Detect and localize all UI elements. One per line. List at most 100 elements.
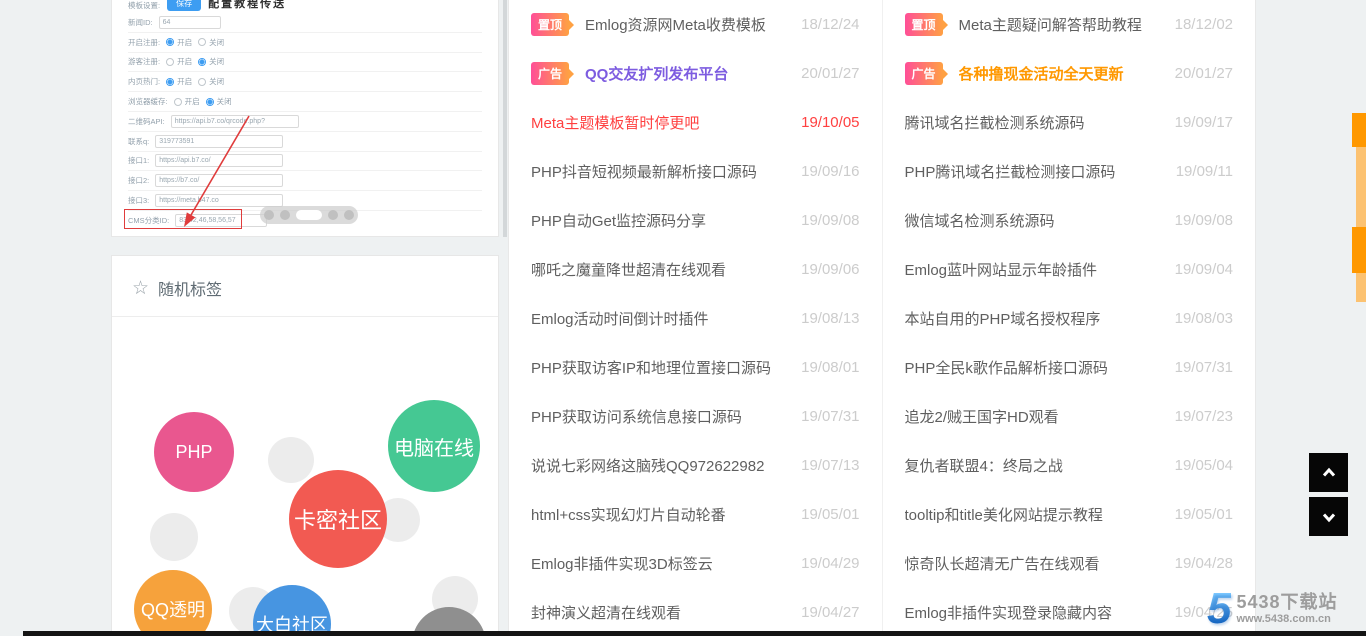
screenshot-form-input: https://api.b7.co/qrcode.php? (171, 115, 299, 128)
radio-dot-icon (198, 78, 206, 86)
article-row[interactable]: 惊奇队长超清无广告在线观看19/04/28 (883, 539, 1256, 588)
article-title[interactable]: 哪吒之魔童降世超清在线观看 (531, 259, 792, 280)
carousel-dot[interactable] (328, 210, 338, 220)
article-title[interactable]: 封神演义超清在线观看 (531, 602, 792, 623)
article-row[interactable]: 复仇者联盟4：终局之战 19/05/04 (883, 441, 1256, 490)
article-date: 19/09/11 (1176, 163, 1233, 180)
article-title[interactable]: 微信域名检测系统源码 (905, 210, 1166, 231)
article-title[interactable]: 追龙2/贼王国字HD观看 (905, 406, 1166, 427)
article-row[interactable]: 封神演义超清在线观看19/04/27 (509, 588, 882, 636)
article-row[interactable]: PHP自动Get监控源码分享 19/09/08 (509, 196, 882, 245)
badge-pinned: 置顶 (905, 13, 943, 36)
article-date: 19/09/08 (801, 212, 859, 229)
badge-ad: 广告 (531, 62, 569, 85)
article-row[interactable]: 腾讯域名拦截检测系统源码19/09/17 (883, 98, 1256, 147)
article-title[interactable]: PHP获取访客IP和地理位置接口源码 (531, 357, 792, 378)
article-title[interactable]: 各种撸现金活动全天更新 (959, 63, 1166, 84)
article-date: 19/05/04 (1175, 457, 1233, 474)
article-row[interactable]: 置顶Meta主题疑问解答帮助教程18/12/02 (883, 0, 1256, 49)
scrollbar-track-segment (1356, 147, 1366, 227)
site-logo: 5 5438下载站 www.5438.com.cn (1207, 590, 1338, 628)
article-row[interactable]: PHP全民k歌作品解析接口源码19/07/31 (883, 343, 1256, 392)
screenshot-form-radio: 关闭 (198, 76, 224, 87)
tag-circle[interactable]: QQ透明 (134, 570, 212, 636)
site-url: www.5438.com.cn (1236, 613, 1337, 625)
article-row[interactable]: 置顶Emlog资源网Meta收费模板18/12/24 (509, 0, 882, 49)
article-title[interactable]: PHP自动Get监控源码分享 (531, 210, 792, 231)
article-row[interactable]: PHP抖音短视频最新解析接口源码 19/09/16 (509, 147, 882, 196)
article-row[interactable]: 广告QQ交友扩列发布平台20/01/27 (509, 49, 882, 98)
screenshot-form-row: 游客注册:开启关闭 (128, 53, 482, 73)
screenshot-form-label: 接口3: (128, 195, 149, 206)
article-title[interactable]: PHP腾讯域名拦截检测接口源码 (905, 161, 1167, 182)
screenshot-form-radio: 开启 (166, 56, 192, 67)
article-title[interactable]: 本站自用的PHP域名授权程序 (905, 308, 1166, 329)
site-name: 5438下载站 (1236, 593, 1337, 613)
article-column-2: 置顶Meta主题疑问解答帮助教程18/12/02广告各种撸现金活动全天更新20/… (883, 0, 1256, 636)
article-title[interactable]: Emlog资源网Meta收费模板 (585, 14, 792, 35)
tag-circle[interactable]: 电脑在线 (388, 400, 480, 492)
tag-circle[interactable]: PHP (154, 412, 234, 492)
screenshot-form-label: 游客注册: (128, 56, 160, 67)
screenshot-form-row: 内页热门:开启关闭 (128, 72, 482, 92)
scroll-to-top-button[interactable] (1309, 453, 1348, 492)
article-row[interactable]: PHP腾讯域名拦截检测接口源码 19/09/11 (883, 147, 1256, 196)
article-title[interactable]: Emlog蓝叶网站显示年龄插件 (905, 259, 1166, 280)
article-title[interactable]: Meta主题模板暂时停更吧 (531, 112, 792, 133)
carousel-dot[interactable] (296, 210, 322, 220)
article-title[interactable]: html+css实现幻灯片自动轮番 (531, 504, 792, 525)
random-tags-header: ☆ 随机标签 (112, 256, 498, 317)
article-row[interactable]: Emlog活动时间倒计时插件19/08/13 (509, 294, 882, 343)
article-title[interactable]: Emlog非插件实现登录隐藏内容 (905, 602, 1166, 623)
carousel-scrollbar-strip (503, 0, 507, 237)
article-row[interactable]: 追龙2/贼王国字HD观看19/07/23 (883, 392, 1256, 441)
article-row[interactable]: Emlog非插件实现3D标签云19/04/29 (509, 539, 882, 588)
tag-placeholder-circle (150, 513, 198, 561)
article-row[interactable]: 说说七彩网络这脑残QQ97262298219/07/13 (509, 441, 882, 490)
article-row[interactable]: html+css实现幻灯片自动轮番19/05/01 (509, 490, 882, 539)
article-title[interactable]: Meta主题疑问解答帮助教程 (959, 14, 1166, 35)
article-row[interactable]: 广告各种撸现金活动全天更新20/01/27 (883, 49, 1256, 98)
radio-dot-icon (198, 58, 206, 66)
article-date: 19/09/16 (801, 163, 859, 180)
article-column-1: 置顶Emlog资源网Meta收费模板18/12/24广告QQ交友扩列发布平台20… (509, 0, 882, 636)
tag-cloud: PHP电脑在线卡密社区QQ透明大白社区二维码 (112, 317, 498, 636)
scroll-buttons (1309, 453, 1348, 536)
article-row[interactable]: 哪吒之魔童降世超清在线观看19/09/06 (509, 245, 882, 294)
article-row[interactable]: PHP获取访问系统信息接口源码 19/07/31 (509, 392, 882, 441)
article-row[interactable]: tooltip和title美化网站提示教程19/05/01 (883, 490, 1256, 539)
article-title[interactable]: Emlog非插件实现3D标签云 (531, 553, 792, 574)
screenshot-form-input: https://b7.co/ (155, 174, 283, 187)
article-row[interactable]: Emlog蓝叶网站显示年龄插件19/09/04 (883, 245, 1256, 294)
screenshot-form-header-label: 模板设置: (128, 0, 160, 11)
scrollbar-thumb-segment (1352, 113, 1366, 147)
page-scrollbar[interactable] (1352, 113, 1366, 302)
carousel-dot[interactable] (280, 210, 290, 220)
article-title[interactable]: tooltip和title美化网站提示教程 (905, 504, 1166, 525)
article-title[interactable]: 腾讯域名拦截检测系统源码 (905, 112, 1166, 133)
carousel-dot[interactable] (264, 210, 274, 220)
article-title[interactable]: PHP获取访问系统信息接口源码 (531, 406, 792, 427)
annotation-highlight-box (124, 209, 242, 229)
article-date: 19/07/31 (801, 408, 859, 425)
article-row[interactable]: PHP获取访客IP和地理位置接口源码19/08/01 (509, 343, 882, 392)
article-title[interactable]: QQ交友扩列发布平台 (585, 63, 792, 84)
article-list-panel: 置顶Emlog资源网Meta收费模板18/12/24 广告 QQ交友扩列发布平台 20… (508, 0, 1256, 636)
article-title[interactable]: 惊奇队长超清无广告在线观看 (905, 553, 1166, 574)
article-title[interactable]: PHP抖音短视频最新解析接口源码 (531, 161, 792, 182)
scroll-to-bottom-button[interactable] (1309, 497, 1348, 536)
article-title[interactable]: 复仇者联盟4：终局之战 (905, 455, 1166, 476)
page: 模板设置: 保存 配置教程传送 新闻ID:64开启注册:开启关闭游客注册:开启关… (0, 0, 1366, 636)
article-row[interactable]: 本站自用的PHP域名授权程序19/08/03 (883, 294, 1256, 343)
article-date: 20/01/27 (1175, 65, 1233, 82)
carousel-dots (260, 206, 358, 224)
article-row[interactable]: Meta主题模板暂时停更吧19/10/05 (509, 98, 882, 147)
article-title[interactable]: 说说七彩网络这脑残QQ972622982 (531, 455, 792, 476)
article-row[interactable]: Emlog非插件实现登录隐藏内容19/04/25 (883, 588, 1256, 636)
article-date: 19/09/08 (1175, 212, 1233, 229)
carousel-dot[interactable] (344, 210, 354, 220)
tag-circle[interactable]: 卡密社区 (289, 470, 387, 568)
article-row[interactable]: 微信域名检测系统源码 19/09/08 (883, 196, 1256, 245)
article-title[interactable]: PHP全民k歌作品解析接口源码 (905, 357, 1166, 378)
article-title[interactable]: Emlog活动时间倒计时插件 (531, 308, 792, 329)
